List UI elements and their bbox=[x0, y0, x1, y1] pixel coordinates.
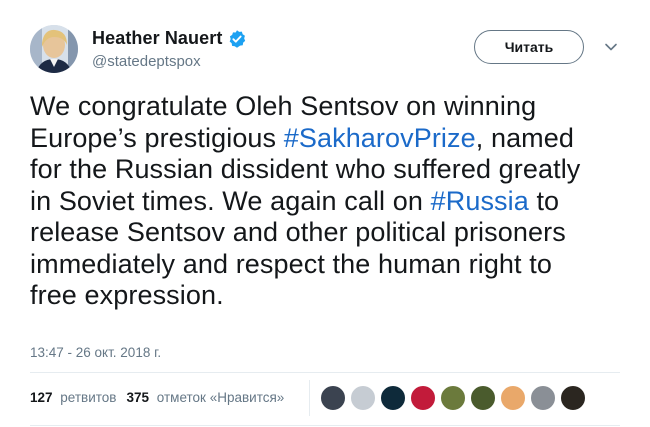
divider bbox=[30, 425, 620, 426]
divider bbox=[30, 372, 620, 373]
liker-avatar[interactable] bbox=[530, 385, 556, 411]
retweets-count: 127 bbox=[30, 390, 53, 405]
likes-label: отметок «Нравится» bbox=[156, 390, 285, 405]
hashtag-link[interactable]: #SakharovPrize bbox=[284, 123, 476, 153]
author-name[interactable]: Heather Nauert bbox=[92, 28, 222, 49]
avatar-image bbox=[30, 25, 78, 73]
follow-button[interactable]: Читать bbox=[474, 30, 584, 64]
hashtag-link[interactable]: #Russia bbox=[431, 186, 529, 216]
liker-avatar[interactable] bbox=[440, 385, 466, 411]
liker-avatar[interactable] bbox=[470, 385, 496, 411]
liker-avatars bbox=[320, 385, 590, 411]
liker-avatar[interactable] bbox=[500, 385, 526, 411]
stats-separator bbox=[309, 380, 310, 416]
verified-badge-icon bbox=[230, 29, 246, 48]
likes-stat[interactable]: 375 отметок «Нравится» bbox=[126, 390, 284, 405]
author-handle[interactable]: @statedeptspox bbox=[92, 53, 201, 70]
retweets-stat[interactable]: 127 ретвитов bbox=[30, 390, 116, 405]
tweet-text: We congratulate Oleh Sentsov on winning … bbox=[30, 91, 638, 312]
avatar[interactable] bbox=[30, 25, 78, 73]
liker-avatar[interactable] bbox=[410, 385, 436, 411]
liker-avatar[interactable] bbox=[350, 385, 376, 411]
retweets-label: ретвитов bbox=[60, 390, 117, 405]
liker-avatar[interactable] bbox=[320, 385, 346, 411]
author-name-row: Heather Nauert bbox=[92, 28, 247, 49]
tweet-stats: 127 ретвитов 375 отметок «Нравится» bbox=[30, 390, 294, 405]
chevron-down-icon[interactable] bbox=[604, 40, 618, 54]
liker-avatar[interactable] bbox=[380, 385, 406, 411]
likes-count: 375 bbox=[126, 390, 150, 405]
tweet-timestamp[interactable]: 13:47 - 26 окт. 2018 г. bbox=[30, 345, 161, 360]
liker-avatar[interactable] bbox=[560, 385, 586, 411]
